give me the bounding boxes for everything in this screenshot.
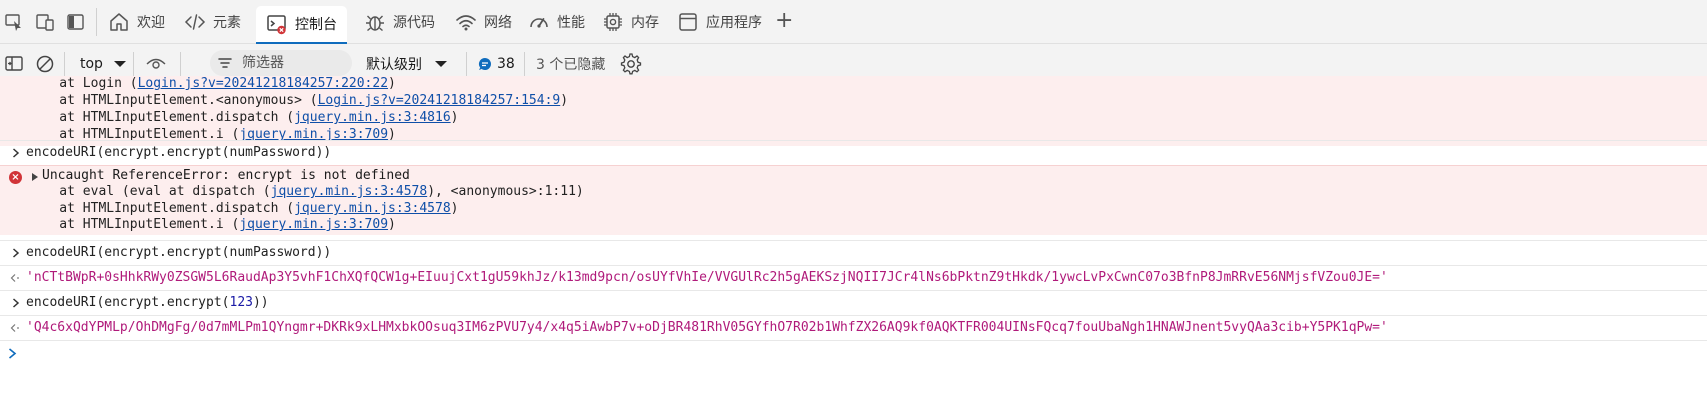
console-prompt[interactable] — [0, 340, 1707, 365]
source-link[interactable]: Login.js?v=20241218184257:154:9 — [318, 93, 561, 108]
result-string-value[interactable]: 'nCTtBWpR+0sHhkRWy0ZSGW5L6RaudAp3Y5vhF1C… — [26, 269, 1388, 287]
command-text[interactable]: encodeURI(encrypt.encrypt(numPassword)) — [26, 144, 331, 162]
filter-icon — [218, 58, 232, 68]
clear-console-icon[interactable] — [35, 54, 55, 74]
console-output: at Login (Login.js?v=20241218184257:220:… — [0, 76, 1707, 416]
context-value: top — [80, 56, 103, 72]
chevron-down-icon — [435, 61, 447, 67]
console-input-entry: encodeURI(encrypt.encrypt(numPassword)) — [0, 140, 1707, 165]
source-link[interactable]: jquery.min.js:3:4816 — [294, 110, 451, 125]
memory-chip-icon — [604, 13, 622, 31]
filter-field[interactable] — [210, 50, 352, 76]
console-input-entry: encodeURI(encrypt.encrypt(123)) — [0, 290, 1707, 315]
issues-count: 38 — [497, 56, 515, 72]
code-tag-icon — [184, 14, 206, 30]
add-icon: + — [775, 7, 794, 33]
sidebar-toggle-icon[interactable] — [4, 54, 24, 74]
hidden-label: 3 个已隐藏 — [536, 57, 606, 73]
tab-sources[interactable]: 源代码 — [364, 6, 435, 38]
toolbar-separator — [133, 52, 134, 76]
result-arrow-icon — [10, 274, 19, 282]
add-tool-button[interactable]: + — [775, 4, 793, 36]
prompt-chevron-icon — [8, 348, 17, 359]
stack-frame: at HTMLInputElement.dispatch (jquery.min… — [28, 110, 459, 125]
tab-elements[interactable]: 元素 — [184, 6, 241, 38]
tab-memory[interactable]: 内存 — [602, 6, 659, 38]
device-emulation-icon[interactable] — [35, 12, 55, 32]
live-expression-eye-icon[interactable] — [145, 55, 167, 73]
tab-console[interactable]: 控制台 — [256, 6, 347, 44]
source-link[interactable]: jquery.min.js:3:4578 — [294, 201, 451, 216]
console-error-message: × Uncaught ReferenceError: encrypt is no… — [0, 165, 1707, 235]
console-error-message: at Login (Login.js?v=20241218184257:220:… — [0, 76, 1707, 146]
tab-welcome-label: 欢迎 — [137, 15, 165, 31]
console-icon — [267, 15, 286, 35]
tab-application-label: 应用程序 — [706, 15, 762, 31]
devtools-tab-bar: 欢迎 元素 控制台 源代码 网络 性能 内存 应用程序 + — [0, 0, 1707, 44]
result-string-value[interactable]: 'Q4c6xQdYPMLp/OhDMgFg/0d7mMLPm1QYngmr+DK… — [26, 319, 1388, 337]
message-bubble-icon — [478, 57, 491, 70]
stack-frame: at Login (Login.js?v=20241218184257:220:… — [28, 76, 396, 91]
filter-input[interactable] — [240, 54, 344, 72]
toolbar-separator — [524, 52, 525, 76]
home-icon — [110, 13, 128, 31]
inspect-element-icon[interactable] — [4, 12, 24, 32]
stack-frame: at HTMLInputElement.i (jquery.min.js:3:7… — [28, 217, 396, 232]
chevron-down-icon — [113, 61, 126, 67]
tab-sources-label: 源代码 — [393, 15, 435, 31]
toolbar-separator — [180, 52, 181, 76]
source-link[interactable]: jquery.min.js:3:709 — [239, 217, 388, 232]
console-result-entry: 'Q4c6xQdYPMLp/OhDMgFg/0d7mMLPm1QYngmr+DK… — [0, 315, 1707, 340]
tab-network[interactable]: 网络 — [455, 6, 512, 38]
chevron-right-icon — [13, 248, 20, 258]
tabbar-separator — [96, 8, 97, 36]
tab-elements-label: 元素 — [213, 15, 241, 31]
tab-console-label: 控制台 — [295, 17, 337, 33]
tab-memory-label: 内存 — [631, 15, 659, 31]
chevron-right-icon — [13, 298, 20, 308]
wifi-icon — [456, 15, 476, 31]
toolbar-separator — [466, 52, 467, 76]
log-level-value: 默认级别 — [366, 57, 422, 73]
command-text[interactable]: encodeURI(encrypt.encrypt(numPassword)) — [26, 244, 331, 262]
expand-triangle-icon[interactable] — [31, 172, 39, 182]
tab-performance-label: 性能 — [557, 15, 585, 31]
console-settings-gear-icon[interactable] — [620, 53, 642, 75]
tab-network-label: 网络 — [484, 15, 512, 31]
stack-frame: at eval (eval at dispatch (jquery.min.js… — [28, 184, 584, 199]
source-link[interactable]: Login.js?v=20241218184257:220:22 — [138, 76, 388, 91]
toolbar-separator — [64, 52, 65, 76]
chevron-right-icon — [13, 148, 20, 158]
tab-welcome[interactable]: 欢迎 — [108, 6, 165, 38]
console-result-entry: 'nCTtBWpR+0sHhkRWy0ZSGW5L6RaudAp3Y5vhF1C… — [0, 265, 1707, 290]
tab-application[interactable]: 应用程序 — [677, 6, 762, 38]
result-arrow-icon — [10, 324, 19, 332]
command-text[interactable]: encodeURI(encrypt.encrypt(123)) — [26, 294, 269, 312]
console-input-entry: encodeURI(encrypt.encrypt(numPassword)) — [0, 240, 1707, 265]
toggle-drawer-icon[interactable] — [66, 12, 86, 32]
application-window-icon — [679, 13, 697, 31]
tab-performance[interactable]: 性能 — [528, 6, 585, 38]
source-link[interactable]: jquery.min.js:3:4578 — [271, 184, 428, 199]
bug-icon — [366, 15, 384, 32]
stack-frame: at HTMLInputElement.<anonymous> (Login.j… — [28, 93, 569, 108]
error-icon: × — [9, 171, 22, 184]
gauge-icon — [530, 18, 548, 28]
